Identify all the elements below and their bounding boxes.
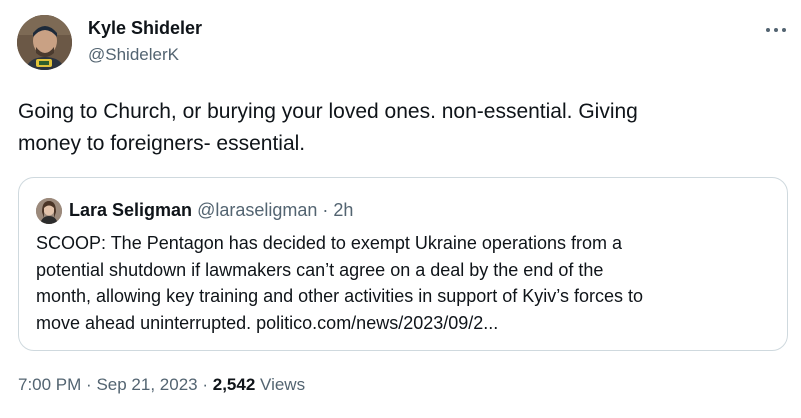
quote-text-line: move ahead uninterrupted. politico.com/n… xyxy=(36,312,499,333)
avatar-photo xyxy=(36,198,62,224)
tweet-date[interactable]: Sep 21, 2023 xyxy=(96,375,197,394)
meta-separator: · xyxy=(202,375,209,394)
quote-text-line: SCOOP: The Pentagon has decided to exemp… xyxy=(36,233,622,253)
views-count: 2,542 xyxy=(212,375,256,394)
author-name[interactable]: Kyle Shideler xyxy=(88,18,202,39)
tweet-time[interactable]: 7:00 PM xyxy=(18,375,81,394)
avatar-photo xyxy=(17,15,72,70)
tweet-text-line: Going to Church, or burying your loved o… xyxy=(18,100,638,123)
more-button[interactable] xyxy=(760,14,792,46)
quote-separator: · xyxy=(322,200,329,220)
more-horizontal-icon xyxy=(766,28,786,32)
quote-timestamp[interactable]: 2h xyxy=(333,200,353,220)
quoted-tweet-card[interactable]: Lara Seligman @laraseligman · 2h SCOOP: … xyxy=(18,177,788,351)
views-label: Views xyxy=(260,375,306,394)
quote-author-name[interactable]: Lara Seligman xyxy=(69,200,192,220)
quote-text: SCOOP: The Pentagon has decided to exemp… xyxy=(36,230,776,336)
quote-author-handle[interactable]: @laraseligman xyxy=(197,200,317,220)
author-handle[interactable]: @ShidelerK xyxy=(88,45,179,65)
quote-header: Lara Seligman @laraseligman · 2h xyxy=(69,198,353,222)
tweet-meta: 7:00 PM · Sep 21, 2023 · 2,542 Views xyxy=(18,375,305,395)
quote-text-line: month, allowing key training and other a… xyxy=(36,286,643,306)
tweet: Kyle Shideler @ShidelerK Going to Church… xyxy=(0,0,801,418)
quote-author-avatar[interactable] xyxy=(36,198,62,224)
tweet-text: Going to Church, or burying your loved o… xyxy=(18,96,778,160)
quote-text-line: potential shutdown if lawmakers can’t ag… xyxy=(36,259,604,280)
meta-separator: · xyxy=(86,375,92,394)
tweet-text-line: money to foreigners- essential. xyxy=(18,132,306,155)
author-avatar[interactable] xyxy=(17,15,72,70)
